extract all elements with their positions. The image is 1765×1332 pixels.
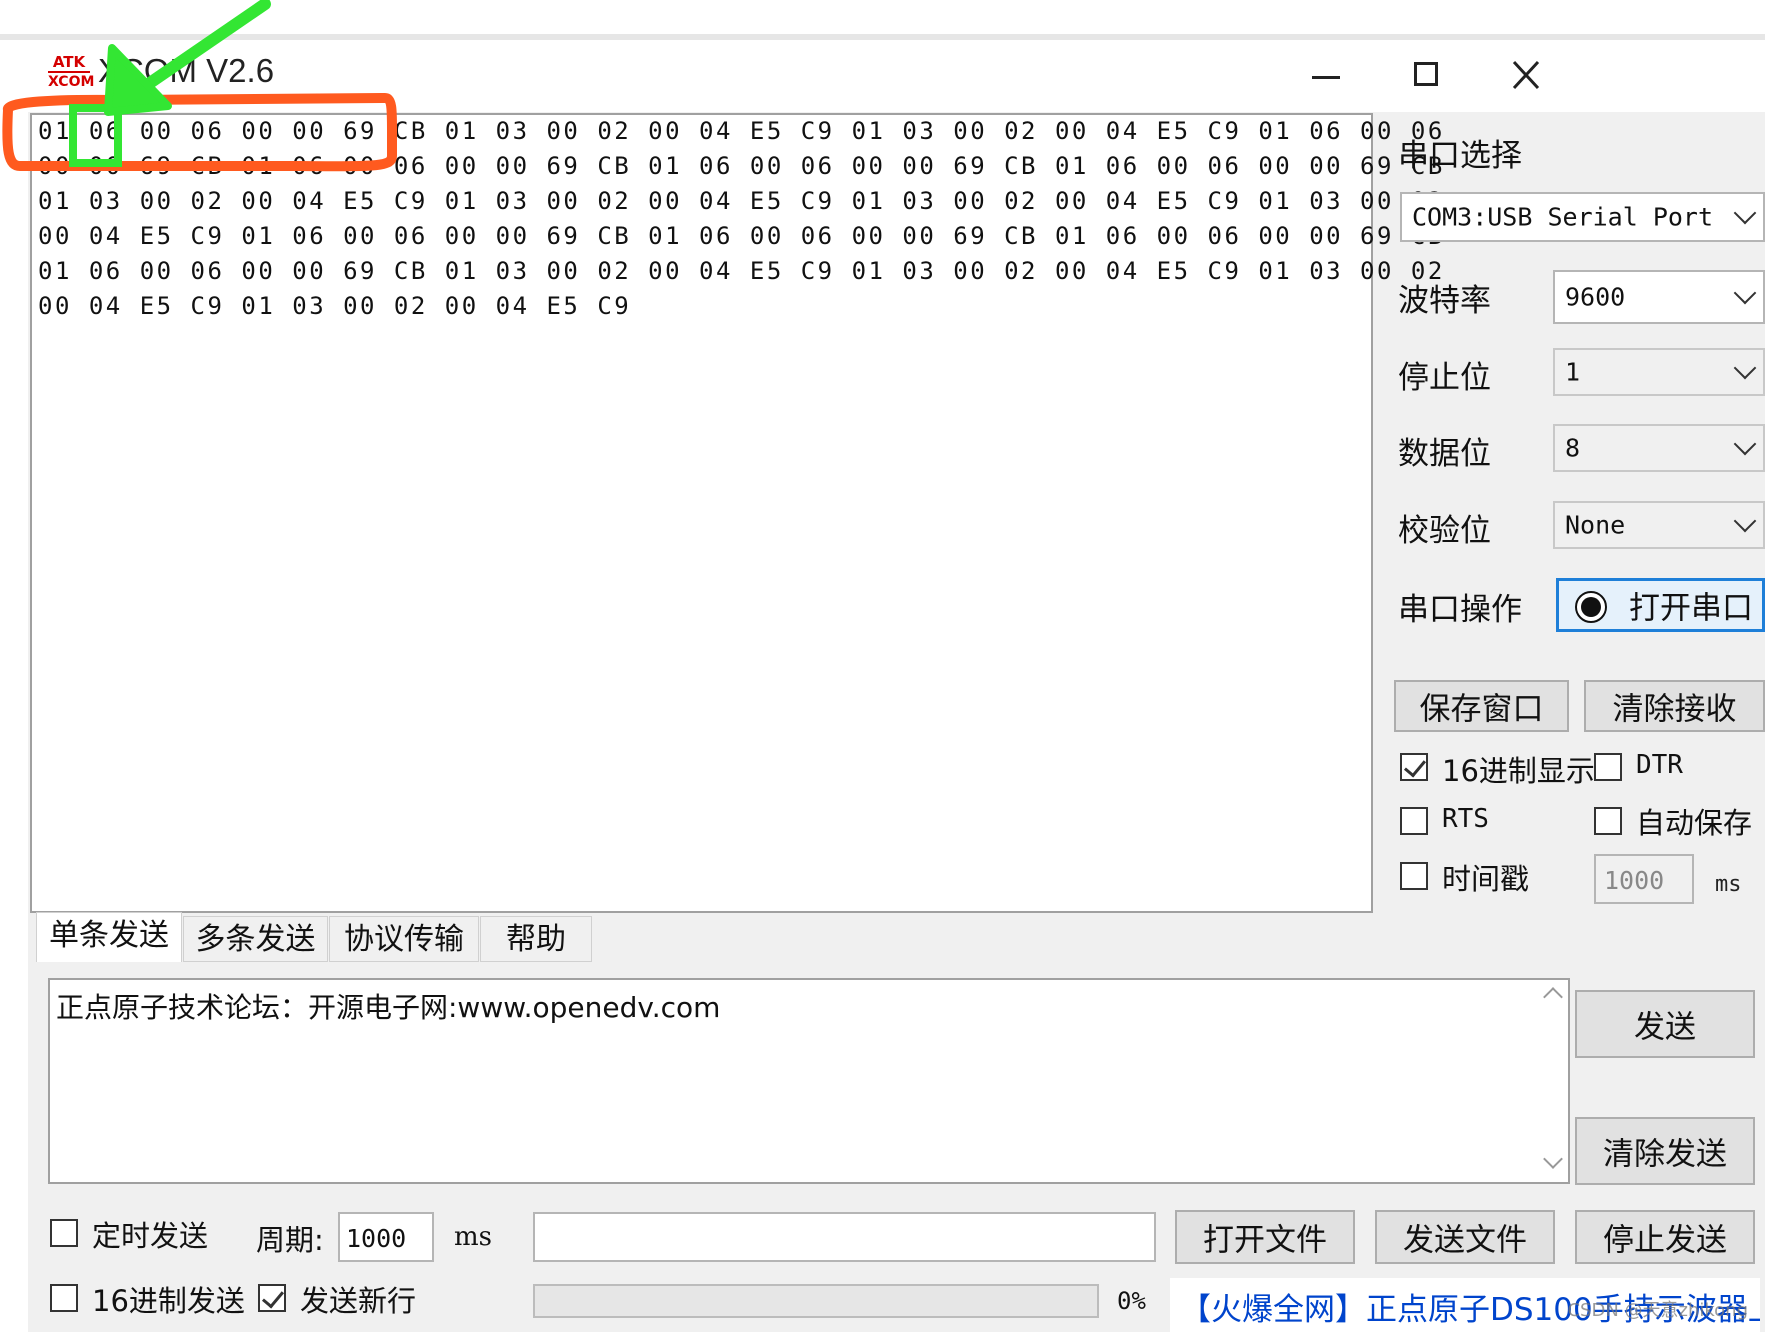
app-logo-icon: ATK XCOM xyxy=(48,53,95,90)
tab-multi-send[interactable]: 多条发送 xyxy=(183,916,328,962)
timestamp-input[interactable]: 1000 xyxy=(1594,854,1694,904)
watermark-text: CSDN @天意zhikong xyxy=(1567,1300,1748,1321)
parity-value: None xyxy=(1565,510,1626,540)
clear-send-label: 清除发送 xyxy=(1603,1136,1727,1173)
chevron-down-icon xyxy=(1733,281,1757,305)
dtr-checkbox[interactable] xyxy=(1594,753,1622,781)
period-value: 1000 xyxy=(346,1224,407,1253)
period-unit: ms xyxy=(454,1222,492,1252)
timestamp-value: 1000 xyxy=(1604,866,1665,895)
open-file-button[interactable]: 打开文件 xyxy=(1175,1210,1355,1264)
send-file-button[interactable]: 发送文件 xyxy=(1375,1210,1555,1264)
chevron-down-icon xyxy=(1733,356,1757,380)
close-button[interactable] xyxy=(1496,54,1556,98)
receive-area[interactable]: 01 06 00 06 00 00 69 CB 01 03 00 02 00 0… xyxy=(30,113,1442,913)
scroll-down-icon[interactable] xyxy=(1543,1149,1563,1169)
receive-line: 01 03 00 02 00 04 E5 C9 01 03 00 02 00 0… xyxy=(38,187,1445,215)
open-port-button[interactable]: 打开串口 xyxy=(1556,578,1765,632)
data-bits-select[interactable]: 8 xyxy=(1553,424,1765,472)
close-icon xyxy=(1512,60,1540,90)
send-text-area[interactable]: 正点原子技术论坛：开源电子网:www.openedv.com xyxy=(48,978,1570,1184)
tab-help[interactable]: 帮助 xyxy=(480,916,592,962)
save-window-button[interactable]: 保存窗口 xyxy=(1394,680,1569,732)
data-bits-label: 数据位 xyxy=(1398,436,1491,472)
clear-send-button[interactable]: 清除发送 xyxy=(1575,1117,1755,1185)
hex-send-label: 16进制发送 xyxy=(92,1284,245,1318)
clear-receive-label: 清除接收 xyxy=(1612,691,1737,728)
window-title: XCOM V2.6 xyxy=(98,52,275,89)
ad-banner[interactable]: 【火爆全网】正点原子DS100手持示波器上市 CSDN @天意zhikong xyxy=(1170,1278,1760,1332)
stop-send-button[interactable]: 停止发送 xyxy=(1575,1210,1755,1264)
receive-line: 00 00 69 CB 01 06 00 06 00 00 69 CB 01 0… xyxy=(38,152,1445,180)
hex-display-checkbox[interactable] xyxy=(1400,753,1428,781)
scroll-up-icon[interactable] xyxy=(1543,987,1563,1007)
stop-bits-select[interactable]: 1 xyxy=(1553,348,1765,396)
minimize-button[interactable] xyxy=(1296,54,1356,98)
file-path-input[interactable] xyxy=(533,1212,1156,1262)
parity-label: 校验位 xyxy=(1398,513,1491,549)
tab-single-send[interactable]: 单条发送 xyxy=(36,912,182,962)
send-label: 发送 xyxy=(1634,1009,1696,1046)
clear-receive-button[interactable]: 清除接收 xyxy=(1584,680,1765,732)
stop-bits-label: 停止位 xyxy=(1398,360,1491,396)
tab-protocol[interactable]: 协议传输 xyxy=(329,916,479,962)
baud-label: 波特率 xyxy=(1398,283,1491,319)
maximize-icon xyxy=(1414,62,1438,86)
rts-checkbox[interactable] xyxy=(1400,807,1428,835)
receive-line: 00 04 E5 C9 01 03 00 02 00 04 E5 C9 xyxy=(38,292,632,320)
receive-line: 00 04 E5 C9 01 06 00 06 00 00 69 CB 01 0… xyxy=(38,222,1445,250)
baud-select[interactable]: 9600 xyxy=(1553,270,1765,324)
send-text: 正点原子技术论坛：开源电子网:www.openedv.com xyxy=(56,991,721,1024)
chevron-down-icon xyxy=(1733,201,1757,225)
serial-op-label: 串口操作 xyxy=(1398,592,1522,628)
timestamp-label: 时间戳 xyxy=(1442,862,1530,896)
newline-label: 发送新行 xyxy=(300,1284,417,1318)
radio-dot-icon xyxy=(1575,591,1607,623)
send-progress-bar xyxy=(533,1284,1099,1318)
open-file-label: 打开文件 xyxy=(1203,1222,1327,1259)
baud-value: 9600 xyxy=(1565,282,1626,312)
parity-select[interactable]: None xyxy=(1553,501,1765,549)
auto-save-checkbox[interactable] xyxy=(1594,807,1622,835)
port-value: COM3:USB Serial Port xyxy=(1412,202,1714,232)
rts-label: RTS xyxy=(1442,804,1489,834)
period-input[interactable]: 1000 xyxy=(338,1212,434,1262)
data-bits-value: 8 xyxy=(1565,433,1581,463)
receive-line: 01 06 00 06 00 00 69 CB 01 03 00 02 00 0… xyxy=(38,117,1445,145)
timed-send-label: 定时发送 xyxy=(92,1219,209,1253)
stop-bits-value: 1 xyxy=(1565,357,1581,387)
send-button[interactable]: 发送 xyxy=(1575,990,1755,1058)
hex-display-label: 16进制显示 xyxy=(1442,754,1595,788)
stop-send-label: 停止发送 xyxy=(1603,1222,1727,1259)
send-file-label: 发送文件 xyxy=(1403,1222,1527,1259)
minimize-icon xyxy=(1312,76,1340,79)
receive-line: 01 06 00 06 00 00 69 CB 01 03 00 02 00 0… xyxy=(38,257,1445,285)
dtr-label: DTR xyxy=(1636,750,1683,780)
period-label: 周期: xyxy=(256,1223,324,1257)
hex-send-checkbox[interactable] xyxy=(50,1284,78,1312)
port-select[interactable]: COM3:USB Serial Port xyxy=(1400,192,1765,242)
screenshot-top-strip xyxy=(0,0,1765,40)
maximize-button[interactable] xyxy=(1396,54,1456,98)
newline-checkbox[interactable] xyxy=(258,1284,286,1312)
chevron-down-icon xyxy=(1733,432,1757,456)
open-port-label: 打开串口 xyxy=(1629,590,1753,627)
chevron-down-icon xyxy=(1733,509,1757,533)
port-label: 串口选择 xyxy=(1398,138,1522,174)
timed-send-checkbox[interactable] xyxy=(50,1219,78,1247)
timestamp-unit: ms xyxy=(1715,872,1742,897)
progress-percent: 0% xyxy=(1117,1287,1146,1315)
save-window-label: 保存窗口 xyxy=(1419,691,1544,728)
timestamp-checkbox[interactable] xyxy=(1400,862,1428,890)
auto-save-label: 自动保存 xyxy=(1636,806,1753,840)
